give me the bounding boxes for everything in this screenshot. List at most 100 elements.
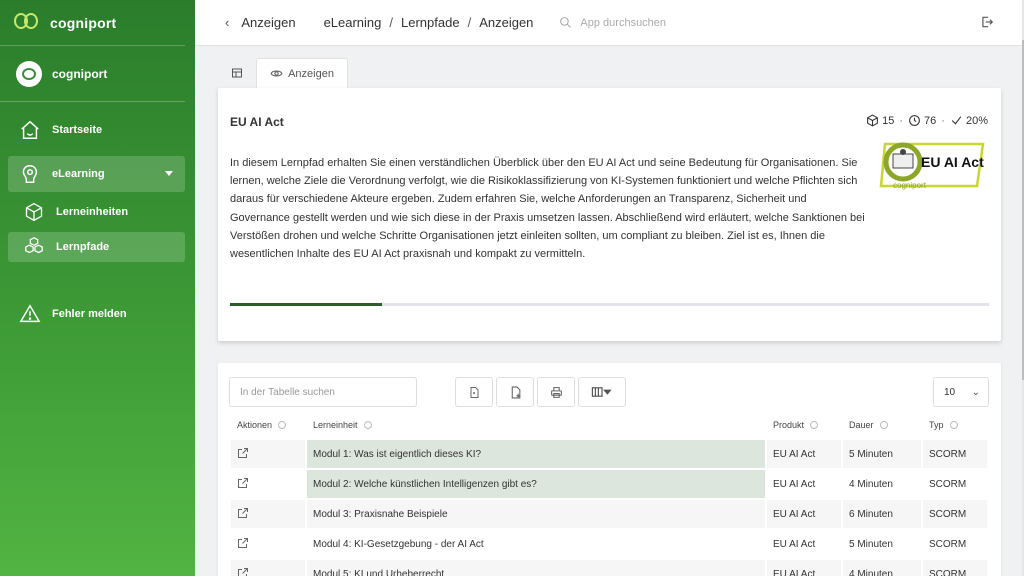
external-link-icon[interactable]: [237, 567, 249, 576]
cell-type: SCORM: [923, 560, 987, 576]
search-icon: [560, 17, 572, 28]
cell-unit: Modul 4: KI-Gesetzgebung - der AI Act: [307, 530, 765, 558]
search-input[interactable]: App durchsuchen: [580, 17, 666, 29]
completion-percent: 20%: [965, 114, 988, 127]
sort-icon: [810, 421, 819, 429]
units-table-panel: In der Tabelle suchen 10 ⌄ Aktionen Lern…: [218, 363, 1001, 576]
cogniport-logo-icon: [14, 11, 40, 35]
external-link-icon[interactable]: [237, 477, 249, 489]
check-icon: [951, 116, 962, 125]
file-export-icon: [470, 386, 479, 398]
sort-icon: [363, 421, 372, 429]
cell-type: SCORM: [923, 440, 987, 468]
print-button[interactable]: [537, 377, 575, 407]
row-action[interactable]: [231, 470, 305, 498]
app-search[interactable]: App durchsuchen: [559, 16, 666, 29]
org-avatar: [16, 60, 42, 87]
cell-type: SCORM: [923, 500, 987, 528]
export-csv-button[interactable]: [455, 377, 493, 407]
progress-fill: [230, 303, 382, 306]
sidebar: cogniport cogniport Startseite eLearning…: [0, 0, 195, 576]
page-size-value: 10: [944, 386, 956, 398]
duration-minutes: 76: [924, 114, 937, 127]
back-button[interactable]: ‹ Anzeigen: [225, 15, 296, 30]
breadcrumb-item[interactable]: eLearning: [324, 15, 382, 30]
units-count: 15: [882, 114, 895, 127]
clock-icon: [909, 115, 920, 126]
eye-icon: [270, 70, 283, 77]
page-size-select[interactable]: 10 ⌄: [933, 377, 989, 407]
sidebar-item-fehler-melden[interactable]: Fehler melden: [8, 298, 185, 330]
sidebar-item-lerneinheiten[interactable]: Lerneinheiten: [8, 198, 185, 226]
column-header-typ[interactable]: Typ: [923, 412, 987, 438]
warning-icon: [18, 302, 42, 326]
org-name: cogniport: [52, 66, 108, 81]
tab-table[interactable]: [218, 58, 256, 88]
column-header-dauer[interactable]: Dauer: [843, 412, 921, 438]
external-link-icon[interactable]: [237, 537, 249, 549]
learning-path-description: In diesem Lernpfad erhalten Sie einen ve…: [230, 157, 865, 261]
cell-unit: Modul 1: Was ist eigentlich dieses KI?: [307, 440, 765, 468]
cell-product: EU AI Act: [767, 440, 841, 468]
cell-duration: 6 Minuten: [843, 500, 921, 528]
cell-product: EU AI Act: [767, 470, 841, 498]
cell-product: EU AI Act: [767, 560, 841, 576]
cell-duration: 5 Minuten: [843, 440, 921, 468]
cell-type: SCORM: [923, 530, 987, 558]
topbar: ‹ Anzeigen eLearning / Lernpfade / Anzei…: [195, 0, 1022, 46]
logo-title: EU AI Act: [921, 154, 984, 170]
cell-unit: Modul 3: Praxisnahe Beispiele: [307, 500, 765, 528]
cubes-icon: [22, 235, 46, 259]
columns-toggle-button[interactable]: [578, 377, 626, 407]
elearning-icon: [18, 162, 42, 186]
print-icon: [550, 386, 562, 398]
table-row[interactable]: Modul 1: Was ist eigentlich dieses KI? E…: [231, 440, 987, 468]
table-row[interactable]: Modul 3: Praxisnahe Beispiele EU AI Act …: [231, 500, 987, 528]
logo-subtitle: cogniport: [893, 181, 926, 190]
column-header-lerneinheit[interactable]: Lerneinheit: [307, 412, 765, 438]
learning-path-card: EU AI Act 15 · 76 · 20% In diesem Lernpf…: [218, 88, 1001, 341]
tab-anzeigen[interactable]: Anzeigen: [256, 58, 348, 88]
sidebar-nav: Startseite eLearning Lerneinheiten Lernp…: [0, 102, 195, 330]
table-search-input[interactable]: In der Tabelle suchen: [229, 377, 417, 407]
breadcrumb: eLearning / Lernpfade / Anzeigen: [323, 15, 534, 30]
brand[interactable]: cogniport: [0, 0, 185, 46]
sidebar-item-lernpfade[interactable]: Lernpfade: [8, 232, 185, 262]
sidebar-item-elearning[interactable]: eLearning: [8, 156, 185, 192]
org-switcher[interactable]: cogniport: [0, 46, 185, 102]
chevron-left-icon: ‹: [225, 15, 230, 30]
export-file-button[interactable]: [496, 377, 534, 407]
table-row[interactable]: Modul 2: Welche künstlichen Intelligenze…: [231, 470, 987, 498]
home-icon: [18, 118, 42, 142]
column-header-produkt[interactable]: Produkt: [767, 412, 841, 438]
back-label: Anzeigen: [241, 15, 296, 30]
view-tabs: Anzeigen: [218, 58, 348, 88]
cell-product: EU AI Act: [767, 530, 841, 558]
row-action[interactable]: [231, 560, 305, 576]
logout-button[interactable]: [980, 15, 994, 34]
sidebar-item-label: Fehler melden: [52, 308, 127, 320]
column-header-aktionen[interactable]: Aktionen: [231, 412, 305, 438]
external-link-icon[interactable]: [237, 507, 249, 519]
table-icon: [232, 68, 242, 78]
table-row[interactable]: Modul 5: KI und Urheberrecht EU AI Act 4…: [231, 560, 987, 576]
cube-icon: [867, 114, 879, 127]
sort-icon: [949, 421, 958, 429]
page-title: EU AI Act: [230, 115, 284, 129]
row-action[interactable]: [231, 530, 305, 558]
sort-icon: [879, 421, 888, 429]
cell-duration: 5 Minuten: [843, 530, 921, 558]
chevron-down-icon: [165, 171, 173, 176]
cell-product: EU AI Act: [767, 500, 841, 528]
breadcrumb-item[interactable]: Lernpfade: [401, 15, 460, 30]
row-action[interactable]: [231, 500, 305, 528]
sidebar-item-label: eLearning: [52, 168, 105, 180]
row-action[interactable]: [231, 440, 305, 468]
sidebar-item-label: Startseite: [52, 124, 103, 136]
sidebar-item-startseite[interactable]: Startseite: [8, 114, 185, 146]
external-link-icon[interactable]: [237, 447, 249, 459]
eu-ai-act-logo: EU AI Act cogniport: [879, 140, 987, 192]
table-row[interactable]: Modul 4: KI-Gesetzgebung - der AI Act EU…: [231, 530, 987, 558]
cell-duration: 4 Minuten: [843, 470, 921, 498]
cell-unit: Modul 5: KI und Urheberrecht: [307, 560, 765, 576]
